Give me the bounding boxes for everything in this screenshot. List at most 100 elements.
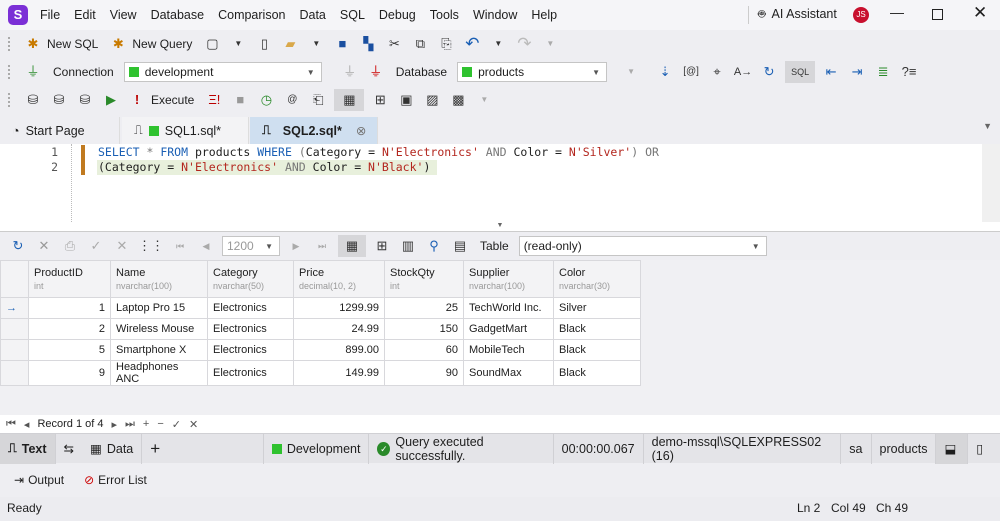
database-select[interactable]: products ▼ — [457, 62, 608, 82]
last-record-icon[interactable]: ⏭ — [125, 418, 135, 431]
menu-database[interactable]: Database — [151, 8, 205, 22]
format-icon[interactable]: ⇣ — [655, 61, 675, 83]
next-page-icon[interactable]: ▶ — [286, 235, 306, 257]
fetch-all-icon[interactable]: ⋮⋮ — [138, 235, 164, 257]
column-header-color[interactable]: Color nvarchar(30) — [553, 260, 641, 298]
first-page-icon[interactable]: ⏮ — [170, 235, 190, 257]
cell-stockqty[interactable]: 25 — [384, 297, 464, 319]
row-indicator[interactable]: → — [0, 297, 29, 319]
cell-productid[interactable]: 2 — [28, 318, 111, 340]
row-indicator[interactable] — [0, 339, 29, 361]
cancel-icon[interactable]: ✕ — [34, 235, 54, 257]
new-file-icon[interactable]: ▯ — [254, 33, 274, 55]
cell-name[interactable]: Laptop Pro 15 — [110, 297, 208, 319]
first-record-icon[interactable]: ⏮ — [6, 418, 16, 431]
comment-icon[interactable]: ≣ — [873, 61, 893, 83]
last-page-icon[interactable]: ⏭ — [312, 235, 332, 257]
cancel-record-icon[interactable]: ✕ — [189, 418, 198, 431]
dropdown-icon[interactable]: ▼ — [474, 89, 494, 111]
tabs-dropdown-icon[interactable]: ▼ — [983, 121, 992, 131]
discard-icon[interactable]: ✕ — [112, 235, 132, 257]
split-view-icon[interactable]: ⬓ — [936, 433, 969, 464]
cell-name[interactable]: Headphones ANC — [110, 360, 208, 386]
dropdown-icon[interactable]: ▼ — [540, 33, 560, 55]
menu-data[interactable]: Data — [299, 8, 325, 22]
minimize-icon[interactable]: — — [890, 4, 904, 20]
new-document-icon[interactable]: ▢ — [202, 33, 222, 55]
execute-button[interactable]: ! Execute — [127, 89, 198, 111]
splitter[interactable]: ▼ — [0, 222, 1000, 232]
save-icon[interactable]: ■ — [332, 33, 352, 55]
close-connection-icon[interactable]: ⏚ — [366, 61, 386, 83]
single-view-icon[interactable]: ▯ — [968, 434, 1000, 464]
swap-icon[interactable]: ⇆ — [56, 434, 82, 464]
cell-price[interactable]: 899.00 — [293, 339, 385, 361]
cell-name[interactable]: Wireless Mouse — [110, 318, 208, 340]
cell-name[interactable]: Smartphone X — [110, 339, 208, 361]
undo-icon[interactable]: ↶ — [462, 33, 482, 55]
copy-icon[interactable]: ⧉ — [410, 33, 430, 55]
columns-icon[interactable]: ▥ — [398, 235, 418, 257]
tab-sql1[interactable]: ⎍ SQL1.sql* — [122, 117, 249, 144]
dropdown-icon[interactable]: ▼ — [306, 33, 326, 55]
cell-stockqty[interactable]: 90 — [384, 360, 464, 386]
table-row[interactable]: 5 Smartphone X Electronics 899.00 60 MobileTe… — [0, 339, 641, 361]
cell-price[interactable]: 1299.99 — [293, 297, 385, 319]
stop-icon[interactable]: ■ — [230, 89, 250, 111]
view-mode-select[interactable]: (read-only) ▼ — [518, 236, 767, 256]
db-edit-icon[interactable]: ⛁ — [23, 89, 43, 111]
help-format-icon[interactable]: ?≡ — [899, 61, 919, 83]
ai-assistant-button[interactable]: 🤖︎ AI Assistant — [758, 5, 837, 23]
dropdown-icon[interactable]: ▼ — [621, 61, 641, 83]
next-record-icon[interactable]: ▸ — [111, 418, 117, 431]
tab-start-page[interactable]: ◔ Start Page — [0, 117, 120, 144]
run-icon[interactable]: ▶ — [101, 89, 121, 111]
menu-view[interactable]: View — [110, 8, 137, 22]
cell-color[interactable]: Black — [553, 339, 641, 361]
close-icon[interactable]: ✕ — [973, 3, 987, 23]
cell-color[interactable]: Black — [553, 318, 641, 340]
menu-debug[interactable]: Debug — [379, 8, 416, 22]
maximize-icon[interactable] — [932, 9, 943, 20]
menu-help[interactable]: Help — [531, 8, 557, 22]
menu-tools[interactable]: Tools — [430, 8, 459, 22]
paste-icon[interactable]: ⎘ — [436, 33, 456, 55]
find-icon[interactable]: ⚲ — [424, 235, 444, 257]
cell-color[interactable]: Black — [553, 360, 641, 386]
column-header-supplier[interactable]: Supplier nvarchar(100) — [463, 260, 554, 298]
menu-window[interactable]: Window — [473, 8, 517, 22]
column-header-category[interactable]: Category nvarchar(50) — [207, 260, 294, 298]
export-grid-icon[interactable]: ▤ — [450, 235, 470, 257]
table-row[interactable]: → 1 Laptop Pro 15 Electronics 1299.99 25 TechW… — [0, 297, 641, 319]
apply-icon[interactable]: ✓ — [86, 235, 106, 257]
toolbar-grip[interactable] — [8, 93, 11, 107]
menu-file[interactable]: File — [40, 8, 60, 22]
cell-productid[interactable]: 9 — [28, 360, 111, 386]
add-record-icon[interactable]: + — [143, 418, 149, 430]
card-view-icon[interactable]: ⊞ — [372, 235, 392, 257]
validate-sql-icon[interactable]: SQL — [785, 61, 816, 83]
dropdown-icon[interactable]: ▼ — [228, 33, 248, 55]
cut-icon[interactable]: ✂ — [384, 33, 404, 55]
row-indicator[interactable] — [0, 360, 29, 386]
menu-edit[interactable]: Edit — [74, 8, 96, 22]
history-icon[interactable]: ◷ — [256, 89, 276, 111]
toolbar-grip[interactable] — [8, 37, 11, 51]
new-connection-icon[interactable]: ⏚ — [23, 61, 43, 83]
layout-icon[interactable]: ⊞ — [370, 89, 390, 111]
column-header-productid[interactable]: ProductID int — [28, 260, 111, 298]
sql-editor[interactable]: 1 2 SELECT * FROM products WHERE (Catego… — [0, 144, 1000, 222]
row-indicator[interactable] — [0, 318, 29, 340]
db-refresh-icon[interactable]: ⛁ — [49, 89, 69, 111]
table-row[interactable]: 9 Headphones ANC Electronics 149.99 90 SoundM… — [0, 360, 641, 386]
cell-supplier[interactable]: TechWorld Inc. — [463, 297, 554, 319]
redo-icon[interactable]: ↷ — [514, 33, 534, 55]
cell-supplier[interactable]: GadgetMart — [463, 318, 554, 340]
export-grid-icon[interactable]: ▦ — [334, 89, 365, 111]
db-check-icon[interactable]: ⛁ — [75, 89, 95, 111]
tab-sql2[interactable]: ⎍ SQL2.sql* ⊗ — [250, 117, 378, 144]
add-tab-button[interactable]: + — [142, 433, 264, 464]
import-icon[interactable]: ▨ — [422, 89, 442, 111]
grid-view-icon[interactable]: ▦ — [338, 235, 366, 257]
cell-productid[interactable]: 5 — [28, 339, 111, 361]
